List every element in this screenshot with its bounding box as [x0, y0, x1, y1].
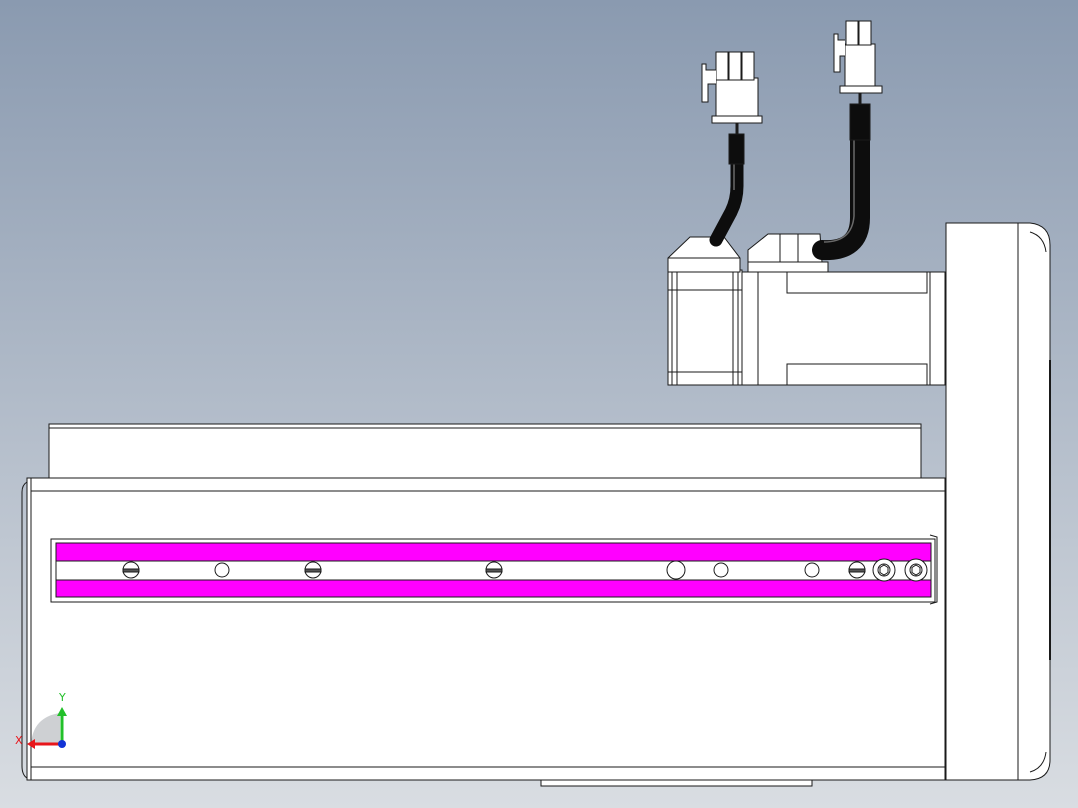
cad-viewport[interactable]: X Y: [0, 0, 1078, 808]
x-axis-label: X: [15, 734, 23, 747]
encoder-connector-body: [715, 77, 759, 123]
screw-head: [304, 561, 322, 579]
encoder-cable-sleeve: [728, 133, 745, 165]
y-axis-label: Y: [58, 691, 66, 704]
screw-head: [848, 561, 866, 579]
connector-pin-cell: [845, 20, 859, 46]
carriage-top-block: [48, 423, 922, 480]
encoder-connector-base: [711, 115, 763, 124]
connector-pin-cell: [715, 51, 729, 81]
power-cable-sleeve: [849, 103, 871, 141]
power-connector-base: [839, 85, 883, 94]
motor-mount-plate[interactable]: [945, 222, 1051, 781]
actuator-bottom-foot: [540, 779, 813, 787]
power-connector-body: [844, 43, 876, 89]
connector-pin-cell: [858, 20, 872, 46]
socket-cap-screw: [904, 558, 928, 582]
z-axis-dot: [58, 740, 66, 748]
slot-strip-lower: [55, 579, 932, 598]
power-gland-cap: [779, 233, 799, 263]
power-gland-foot: [747, 261, 829, 273]
actuator-housing: [26, 477, 946, 781]
linear-actuator-body[interactable]: [21, 423, 946, 787]
socket-cap-screw: [872, 558, 896, 582]
motor-rib-bottom: [786, 363, 928, 386]
mounting-hole: [713, 562, 729, 578]
mounting-hole: [666, 560, 686, 580]
screw-head: [485, 561, 503, 579]
slot-strip-upper: [55, 542, 932, 562]
motor-flange: [667, 269, 743, 386]
mounting-hole: [214, 562, 230, 578]
connector-pin-cell: [741, 51, 755, 81]
mounting-hole: [804, 562, 820, 578]
motor-rib-top: [786, 271, 928, 294]
connector-pin-cell: [728, 51, 742, 81]
end-plate-outline: [945, 222, 1051, 781]
screw-head: [122, 561, 140, 579]
